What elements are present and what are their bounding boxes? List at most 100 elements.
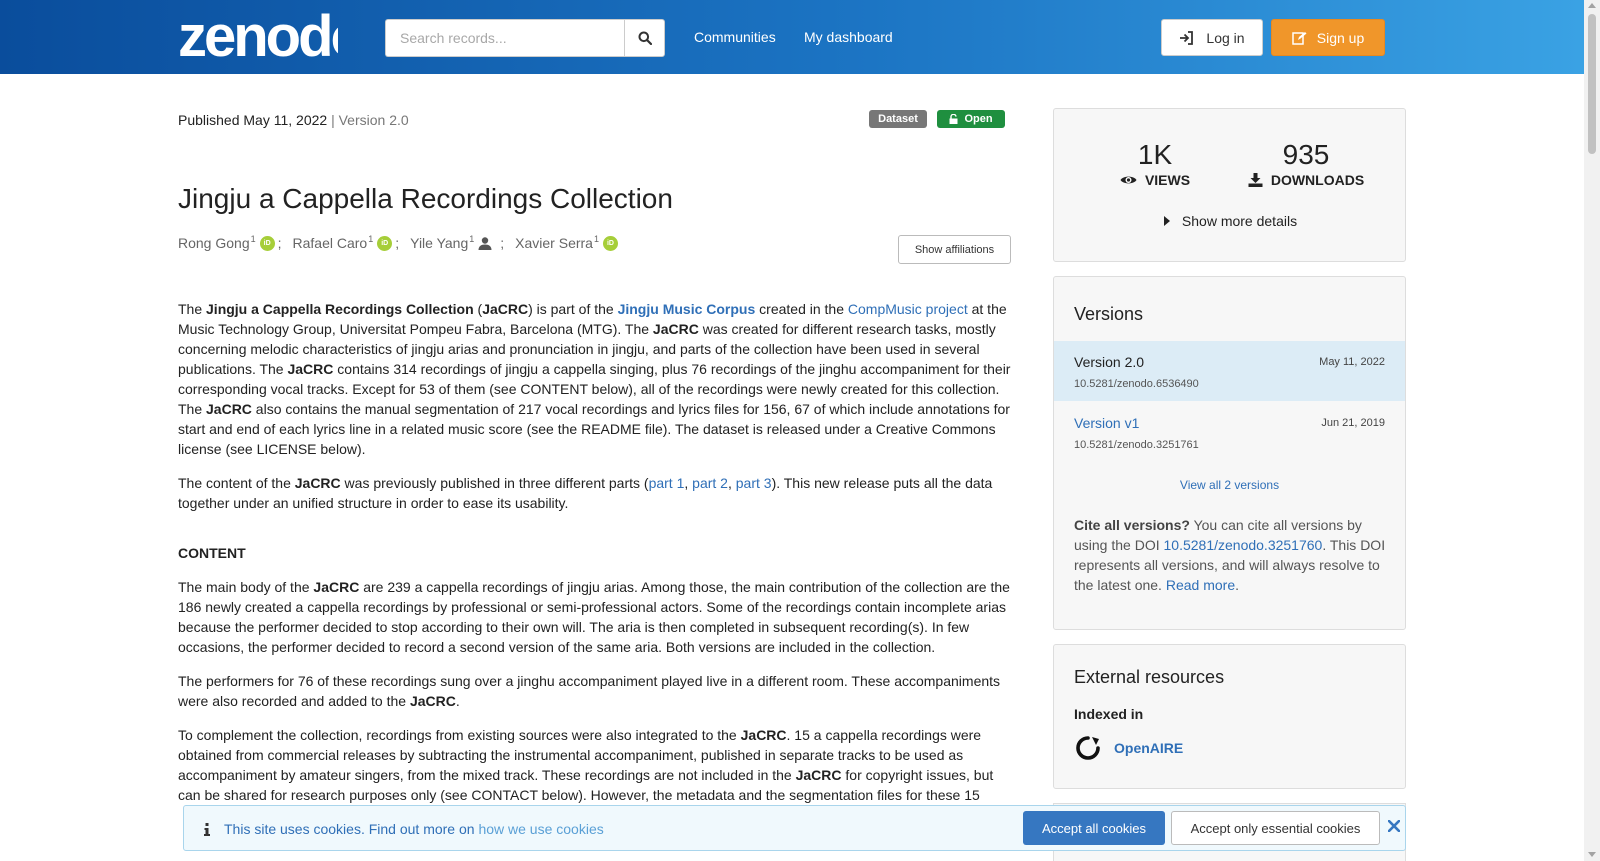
views-label: VIEWS <box>1144 172 1191 188</box>
eye-icon <box>1120 176 1137 184</box>
version-name: Version 2.0 <box>1074 354 1145 370</box>
cookie-text: This site uses cookies. Find out more on <box>224 821 479 837</box>
version-row-current[interactable]: Version 2.0 May 11, 2022 10.5281/zenodo.… <box>1054 341 1405 401</box>
orcid-icon[interactable]: iD <box>377 235 393 251</box>
compmusic-project-link[interactable]: CompMusic project <box>848 301 968 317</box>
downloads-count: 935 <box>1282 139 1330 170</box>
part-1-link[interactable]: part 1 <box>649 475 685 491</box>
download-icon <box>1248 173 1263 187</box>
info-icon <box>204 822 210 836</box>
version-date: Jun 21, 2019 <box>1321 417 1385 429</box>
external-resources-heading: External resources <box>1074 667 1225 687</box>
affiliation-number: 1 <box>368 234 374 244</box>
version-doi: 10.5281/zenodo.6536490 <box>1074 378 1199 390</box>
author-separator: ; <box>500 235 505 251</box>
author-list: Rong Gong 1 iD; Rafael Caro 1 iD; Yile Yan… <box>178 234 618 251</box>
nav-my-dashboard[interactable]: My dashboard <box>804 29 893 45</box>
author-name[interactable]: Xavier Serra <box>515 235 593 251</box>
signup-button[interactable]: Sign up <box>1271 19 1385 56</box>
downloads-label: DOWNLOADS <box>1270 172 1365 188</box>
user-icon <box>478 236 492 250</box>
top-header: zenodo Communities My dashboard Log in S… <box>0 0 1584 74</box>
content-heading: CONTENT <box>178 545 246 561</box>
cookie-banner: This site uses cookies. Find out more on… <box>183 805 1406 851</box>
login-button[interactable]: Log in <box>1161 19 1263 56</box>
read-more-link[interactable]: Read more <box>1166 577 1235 593</box>
description-paragraph: The performers for 76 of these recording… <box>178 673 1001 709</box>
resource-type-label: Dataset <box>878 113 918 125</box>
author-separator: ; <box>277 235 282 251</box>
affiliation-number: 1 <box>469 234 475 244</box>
version-doi: 10.5281/zenodo.3251761 <box>1074 439 1199 451</box>
downloads-label-row: DOWNLOADS <box>1231 172 1381 188</box>
version-date: May 11, 2022 <box>1319 356 1385 368</box>
more-details-label: Show more details <box>1181 213 1298 229</box>
zenodo-logo[interactable]: zenodo <box>178 6 338 62</box>
views-stat: 1K VIEWS <box>1080 139 1230 188</box>
cookie-policy-link[interactable]: how we use cookies <box>478 821 603 837</box>
accept-all-cookies-button[interactable]: Accept all cookies <box>1023 811 1165 845</box>
scrollbar-thumb[interactable] <box>1588 14 1596 154</box>
close-icon <box>1387 819 1401 833</box>
signup-label: Sign up <box>1316 29 1365 46</box>
record-title: Jingju a Cappella Recordings Collection <box>178 183 673 214</box>
search-bar <box>385 19 665 57</box>
description-paragraph: To complement the collection, recordings… <box>178 727 994 803</box>
author-name[interactable]: Rafael Caro <box>293 235 368 251</box>
indexed-in-label: Indexed in <box>1074 706 1144 722</box>
description-paragraph: The Jingju a Cappella Recordings Collect… <box>178 301 1011 457</box>
description-paragraph: The content of the JaCRC was previously … <box>178 475 993 511</box>
login-label: Log in <box>1206 29 1245 46</box>
views-count: 1K <box>1137 139 1173 170</box>
accept-essential-cookies-button[interactable]: Accept only essential cookies <box>1171 811 1380 845</box>
scroll-down-arrow-icon[interactable] <box>1588 852 1596 857</box>
downloads-stat: 935 DOWNLOADS <box>1231 139 1381 188</box>
record-version: | Version 2.0 <box>331 112 409 128</box>
concept-doi-link[interactable]: 10.5281/zenodo.3251760 <box>1164 537 1323 553</box>
jingju-music-corpus-link[interactable]: Jingju Music Corpus <box>618 301 756 317</box>
affiliation-number: 1 <box>593 234 599 244</box>
external-resources-card: External resources Indexed in OpenAIRE <box>1053 644 1406 789</box>
version-row: Version v1 Jun 21, 2019 10.5281/zenodo.3… <box>1054 402 1405 462</box>
stats-card: 1K VIEWS 935 DOWNLOADS Show more details <box>1053 108 1406 262</box>
part-3-link[interactable]: part 3 <box>736 475 772 491</box>
author-name[interactable]: Rong Gong <box>178 235 250 251</box>
access-label: Open <box>964 113 993 125</box>
affiliation-number: 1 <box>250 234 256 244</box>
openaire-link[interactable]: OpenAIRE <box>1114 740 1183 756</box>
search-input[interactable] <box>385 19 625 57</box>
cite-all-versions: Cite all versions? You can cite all vers… <box>1074 517 1386 593</box>
orcid-icon[interactable]: iD <box>602 235 618 251</box>
description-paragraph: The main body of the JaCRC are 239 a cap… <box>178 579 1010 655</box>
logo-text: zenodo <box>178 6 338 62</box>
versions-card: Versions Version 2.0 May 11, 2022 10.528… <box>1053 276 1406 630</box>
close-cookie-banner-button[interactable] <box>1387 816 1404 836</box>
openaire-resource: OpenAIRE <box>1074 734 1183 762</box>
show-affiliations-button[interactable]: Show affiliations <box>898 235 1011 264</box>
sign-in-icon <box>1180 30 1194 45</box>
version-link[interactable]: Version v1 <box>1074 415 1139 431</box>
orcid-icon[interactable]: iD <box>259 235 275 251</box>
cite-heading: Cite all versions? <box>1074 517 1190 533</box>
author-name[interactable]: Yile Yang <box>410 235 468 251</box>
scroll-up-arrow-icon[interactable] <box>1588 3 1596 8</box>
unlock-icon <box>949 114 958 124</box>
part-2-link[interactable]: part 2 <box>692 475 728 491</box>
views-label-row: VIEWS <box>1080 172 1230 188</box>
record-description: The Jingju a Cappella Recordings Collect… <box>178 299 1011 819</box>
author-separator: ; <box>395 235 400 251</box>
page-scrollbar[interactable] <box>1584 0 1600 861</box>
openaire-logo-icon <box>1076 736 1100 760</box>
search-icon <box>638 31 652 45</box>
caret-right-icon <box>1163 216 1170 226</box>
cookie-message: This site uses cookies. Find out more on… <box>204 821 604 837</box>
search-button[interactable] <box>624 19 665 57</box>
nav-communities[interactable]: Communities <box>694 29 776 45</box>
resource-type-badge: Dataset <box>869 110 927 128</box>
publication-info: Published May 11, 2022 | Version 2.0 <box>178 112 409 128</box>
versions-heading: Versions <box>1074 304 1144 324</box>
view-all-versions-link[interactable]: View all 2 versions <box>1054 478 1405 492</box>
show-more-details-toggle[interactable]: Show more details <box>1054 213 1407 229</box>
published-date: Published May 11, 2022 <box>178 112 328 128</box>
access-badge: Open <box>937 110 1005 128</box>
